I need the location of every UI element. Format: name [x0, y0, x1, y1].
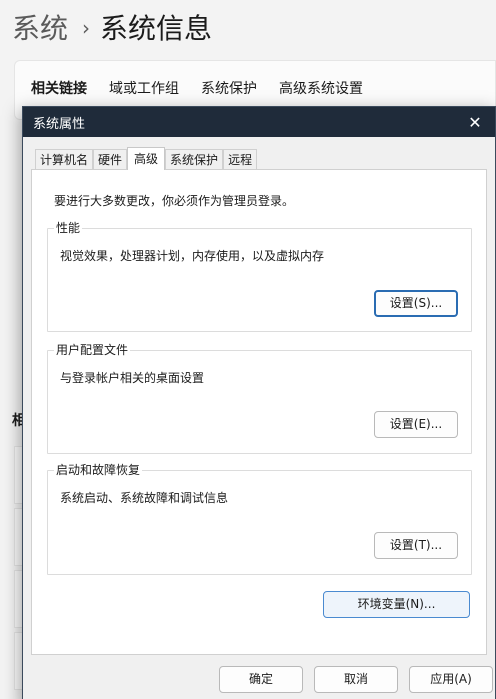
startup-recovery-group: 启动和故障恢复 系统启动、系统故障和调试信息 设置(T)...	[47, 463, 472, 575]
page-title: 系统信息	[100, 12, 213, 45]
related-links-heading: 相关链接	[31, 81, 87, 97]
dialog-title: 系统属性	[33, 116, 86, 132]
tab-advanced[interactable]: 高级	[127, 147, 166, 170]
performance-group: 性能 视觉效果，处理器计划，内存使用，以及虚拟内存 设置(S)...	[47, 221, 472, 332]
dialog-tabs: 计算机名 硬件 高级 系统保护 远程	[35, 147, 258, 170]
link-advanced-system-settings[interactable]: 高级系统设置	[279, 78, 363, 98]
link-system-protection[interactable]: 系统保护	[201, 78, 257, 98]
ok-button[interactable]: 确定	[219, 666, 303, 693]
admin-note: 要进行大多数更改，你必须作为管理员登录。	[54, 194, 295, 208]
breadcrumb-system[interactable]: 系统	[12, 12, 68, 45]
performance-description: 视觉效果，处理器计划，内存使用，以及虚拟内存	[60, 249, 325, 263]
user-profiles-group: 用户配置文件 与登录帐户相关的桌面设置 设置(E)...	[47, 343, 472, 454]
advanced-tab-panel: 要进行大多数更改，你必须作为管理员登录。 性能 视觉效果，处理器计划，内存使用，…	[31, 169, 487, 655]
apply-button[interactable]: 应用(A)	[409, 666, 493, 693]
tab-hardware[interactable]: 硬件	[93, 149, 128, 170]
performance-settings-button[interactable]: 设置(S)...	[374, 290, 458, 317]
startup-recovery-group-title: 启动和故障恢复	[54, 463, 143, 477]
system-properties-dialog: 系统属性 ✕ 计算机名 硬件 高级 系统保护 远程 要进行大多数更改，你必须作为…	[22, 106, 496, 699]
link-domain-workgroup[interactable]: 域或工作组	[109, 78, 179, 98]
startup-recovery-settings-button[interactable]: 设置(T)...	[374, 532, 458, 559]
user-profiles-description: 与登录帐户相关的桌面设置	[60, 371, 205, 385]
close-icon[interactable]: ✕	[455, 107, 495, 137]
user-profiles-group-title: 用户配置文件	[54, 343, 131, 357]
tab-computer-name[interactable]: 计算机名	[35, 149, 94, 170]
startup-recovery-description: 系统启动、系统故障和调试信息	[60, 491, 229, 505]
user-profiles-settings-button[interactable]: 设置(E)...	[374, 411, 458, 438]
performance-group-title: 性能	[54, 221, 83, 235]
related-links-row: 相关链接 域或工作组 系统保护 高级系统设置	[31, 78, 363, 98]
environment-variables-button[interactable]: 环境变量(N)...	[323, 591, 470, 618]
cancel-button[interactable]: 取消	[314, 666, 398, 693]
breadcrumb-chevron-icon: ›	[82, 16, 91, 40]
page-title-breadcrumb: 系统 › 系统信息	[12, 8, 212, 49]
tab-system-protection[interactable]: 系统保护	[165, 149, 224, 170]
tab-remote[interactable]: 远程	[223, 149, 258, 170]
dialog-titlebar[interactable]: 系统属性 ✕	[23, 107, 495, 137]
